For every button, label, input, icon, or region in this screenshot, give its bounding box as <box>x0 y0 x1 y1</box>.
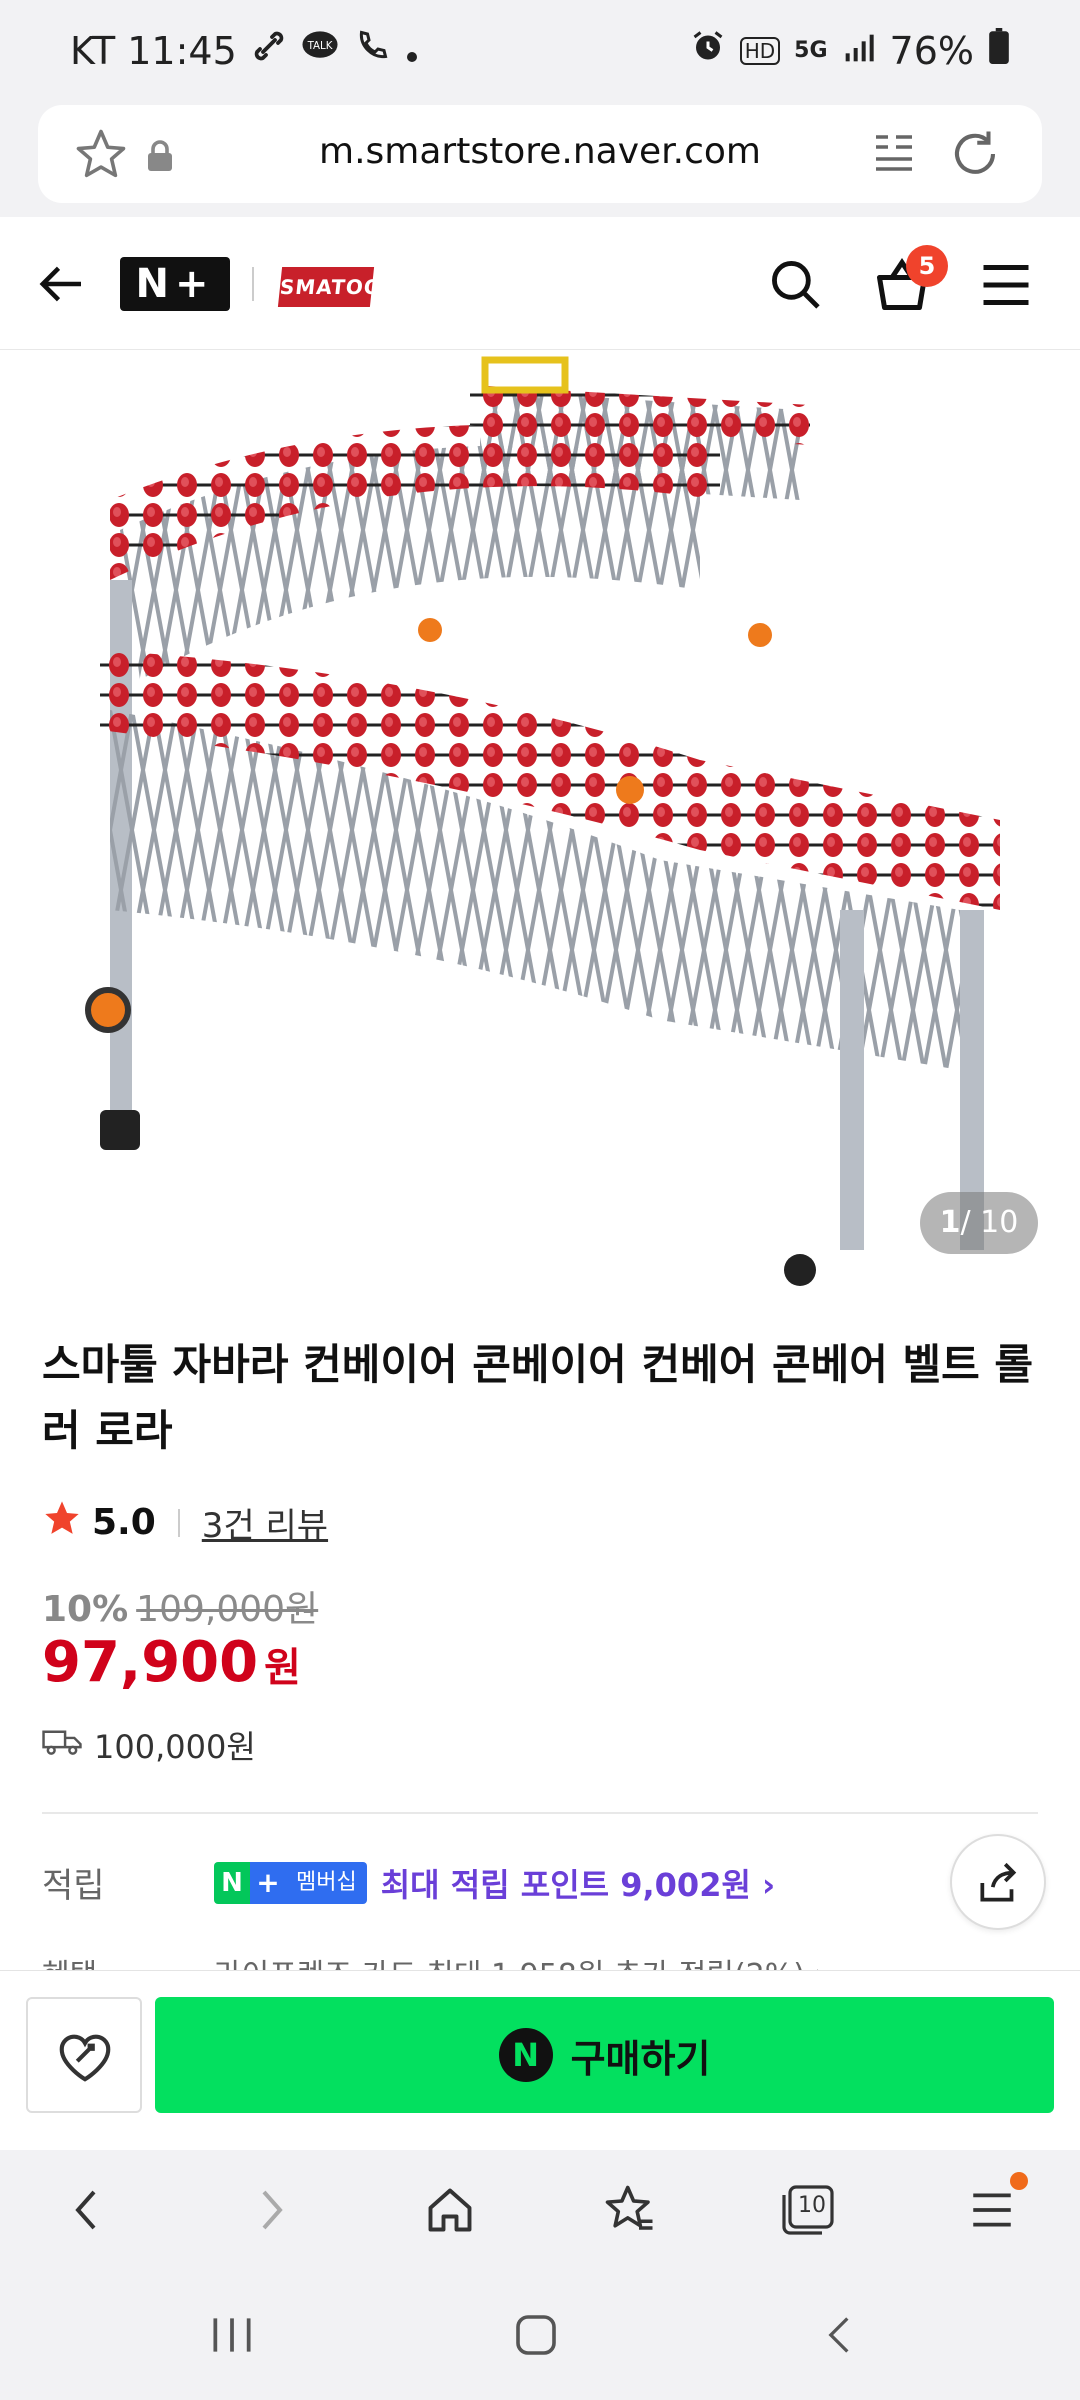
heart-link-icon <box>54 2027 116 2089</box>
membership-badge-plus: + <box>250 1861 286 1904</box>
menu-icon[interactable] <box>976 255 1036 319</box>
bookmark-list-icon <box>605 2185 653 2230</box>
alarm-icon <box>690 28 726 73</box>
reader-mode-icon[interactable] <box>870 129 918 181</box>
benefit-text[interactable]: 라이프렌즈 카드 최대 1,958원 추가 적립(2%) › <box>214 1950 827 1970</box>
system-back-icon <box>828 2317 849 2353</box>
discount-rate: 10% <box>42 1589 129 1630</box>
browser-toolbar: 10 <box>0 2150 1080 2270</box>
tabs-count: 10 <box>798 2193 826 2218</box>
benefit-row[interactable]: 혜택 라이프렌즈 카드 최대 1,958원 추가 적립(2%) › <box>42 1950 1042 1970</box>
image-current: 1 <box>939 1205 961 1240</box>
dot-icon <box>405 29 419 73</box>
store-header: N+ SMATOOL 5 <box>0 217 1080 350</box>
call-icon <box>353 28 391 73</box>
search-icon[interactable] <box>766 255 824 317</box>
points-label: 적립 <box>42 1866 105 1906</box>
reload-icon[interactable] <box>948 127 1002 185</box>
rating-divider <box>177 1508 180 1537</box>
carrier-time: KT 11:45 <box>70 28 237 73</box>
url-bar-area: m.smartstore.naver.com <box>0 105 1080 217</box>
back-arrow-icon[interactable] <box>36 257 90 315</box>
brand-logo[interactable]: SMATOOL <box>277 267 397 307</box>
rating-row: 5.0 3건 리뷰 <box>42 1498 328 1547</box>
purchase-bar: N 구매하기 <box>0 1970 1080 2150</box>
url-bar[interactable]: m.smartstore.naver.com <box>38 105 1042 203</box>
wishlist-button[interactable] <box>26 1997 142 2113</box>
conveyor-illustration <box>85 356 1000 1286</box>
image-total: / 10 <box>960 1205 1019 1240</box>
hd-indicator: HD <box>739 36 781 65</box>
delivery-fee: 100,000원 <box>94 1728 256 1766</box>
logo-divider <box>252 267 254 301</box>
review-count-link[interactable]: 3건 리뷰 <box>202 1498 328 1547</box>
link-icon <box>251 28 287 73</box>
max-points-text[interactable]: 최대 적립 포인트 9,002원 › <box>381 1860 776 1906</box>
benefit-label: 혜택 <box>42 1950 214 1970</box>
status-bar: KT 11:45 TALK HD 5G 76% <box>0 0 1080 105</box>
share-button[interactable] <box>950 1834 1046 1930</box>
browser-home-button[interactable] <box>410 2170 490 2250</box>
talk-icon: TALK <box>301 28 339 73</box>
naver-plus-logo[interactable]: N+ <box>120 257 230 311</box>
browser-tabs-button[interactable]: 10 <box>768 2170 848 2250</box>
product-image[interactable] <box>0 350 1080 1295</box>
recent-apps-button[interactable] <box>192 2300 272 2370</box>
system-home-icon <box>516 2315 556 2355</box>
delivery-row: 100,000원 <box>42 1722 256 1768</box>
battery-icon <box>988 28 1010 73</box>
system-navigation-bar <box>0 2270 1080 2400</box>
system-back-button[interactable] <box>800 2300 880 2370</box>
buy-now-button[interactable]: N 구매하기 <box>155 1997 1054 2113</box>
membership-badge-n: N <box>214 1861 250 1904</box>
image-counter: 1/ 10 <box>920 1192 1038 1254</box>
browser-forward-button[interactable] <box>230 2170 310 2250</box>
signal-icon <box>842 29 876 73</box>
browser-bookmarks-button[interactable] <box>590 2170 670 2250</box>
notification-dot <box>1010 2172 1028 2190</box>
truck-icon <box>42 1724 82 1766</box>
npay-logo: N <box>498 2028 553 2082</box>
buy-now-label: 구매하기 <box>570 2036 711 2081</box>
hamburger-menu-icon <box>973 2193 1011 2227</box>
recent-apps-icon <box>213 2318 251 2352</box>
section-divider <box>42 1812 1038 1814</box>
rating-score: 5.0 <box>92 1502 156 1543</box>
battery-percent: 76% <box>889 28 974 73</box>
chevron-right-icon <box>262 2190 283 2230</box>
5g-indicator: 5G <box>794 38 828 63</box>
share-icon <box>974 1858 1024 1912</box>
chevron-left-icon <box>75 2190 96 2230</box>
membership-badge: N + 멤버십 <box>214 1861 367 1904</box>
original-price: 109,000원 <box>136 1589 319 1630</box>
points-row[interactable]: 적립 N + 멤버십 최대 적립 포인트 9,002원 › <box>42 1858 1042 1907</box>
membership-badge-label: 멤버십 <box>286 1861 367 1904</box>
product-title: 스마툴 자바라 컨베이어 콘베이어 컨베어 콘베어 벨트 롤러 로라 <box>42 1340 1034 1455</box>
star-icon <box>42 1498 82 1547</box>
sale-price-row: 97,900 원 <box>42 1630 301 1695</box>
sale-price: 97,900 <box>42 1630 259 1695</box>
home-icon <box>428 2188 472 2232</box>
currency-unit: 원 <box>264 1645 301 1691</box>
browser-back-button[interactable] <box>48 2170 128 2250</box>
original-price-row: 10% 109,000원 <box>42 1580 318 1632</box>
svg-text:TALK: TALK <box>306 41 332 52</box>
tabs-icon: 10 <box>782 2185 834 2235</box>
cart-count-badge: 5 <box>906 245 948 287</box>
system-home-button[interactable] <box>496 2300 576 2370</box>
